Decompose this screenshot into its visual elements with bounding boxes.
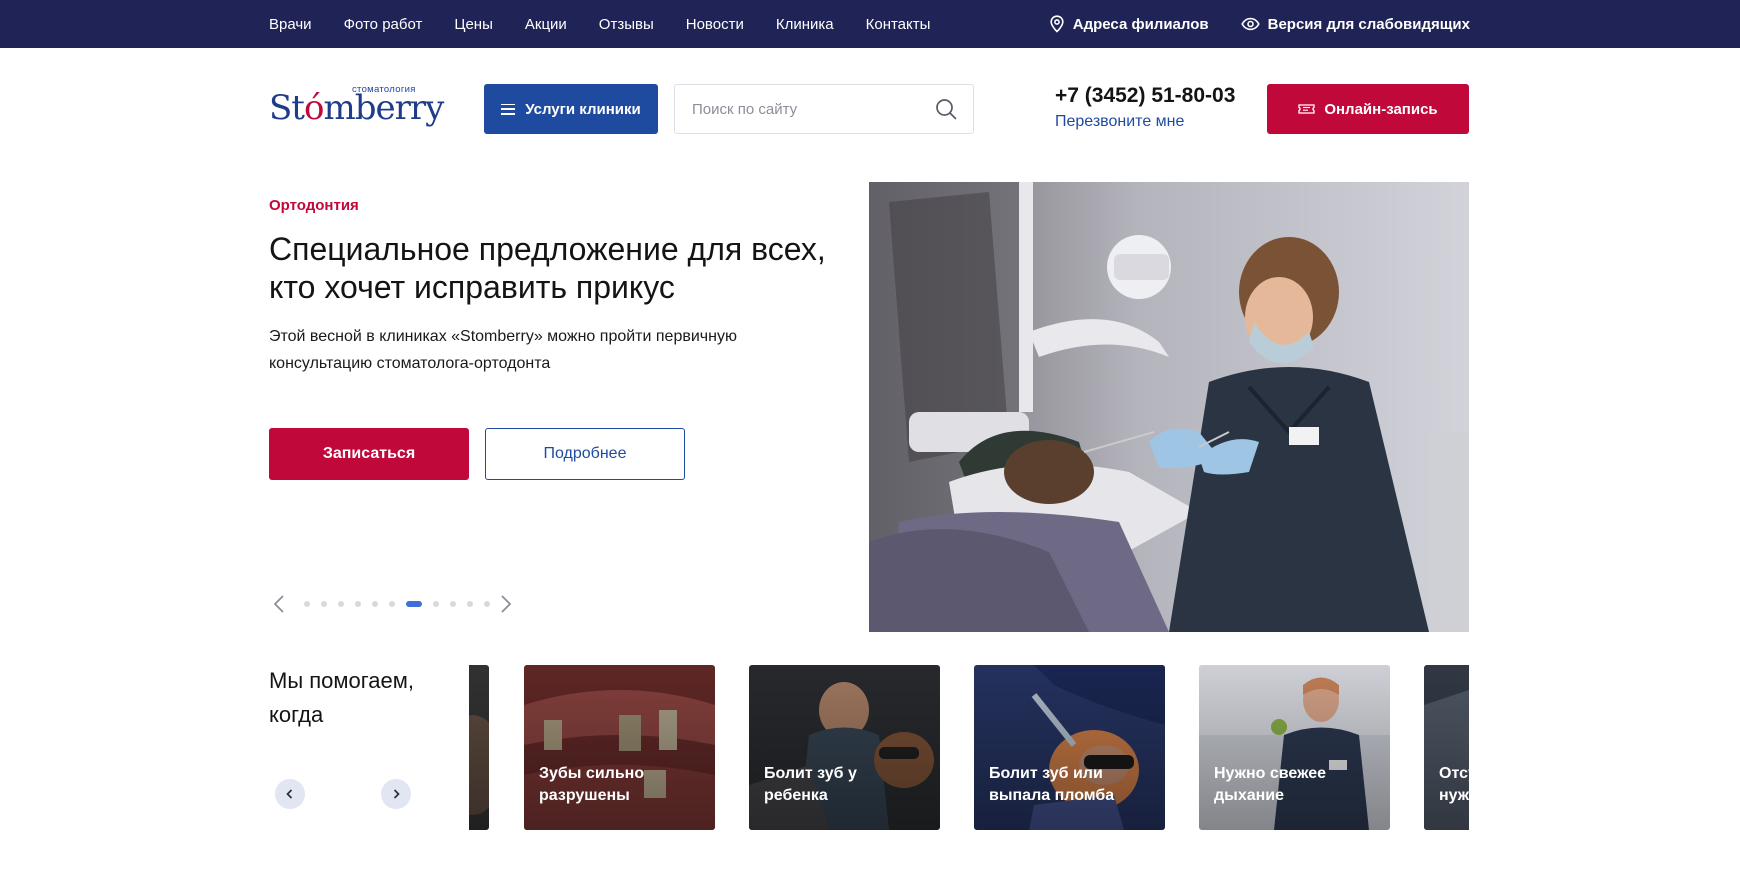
top-nav-news[interactable]: Новости bbox=[686, 16, 744, 33]
menu-icon bbox=[501, 103, 516, 115]
hero-title: Специальное предложение для всех, кто хо… bbox=[269, 231, 826, 305]
phone-number[interactable]: +7 (3452) 51-80-03 bbox=[1055, 84, 1235, 108]
accessibility-label: Версия для слабовидящих bbox=[1267, 15, 1470, 33]
top-nav-reviews[interactable]: Отзывы bbox=[599, 16, 654, 33]
cards-next-button[interactable] bbox=[381, 779, 411, 809]
logo-part-1: St bbox=[269, 88, 305, 128]
chevron-left-icon bbox=[286, 789, 293, 799]
help-card-label: Нужно свежее дыхание bbox=[1214, 765, 1327, 804]
online-booking-button[interactable]: Онлайн-запись bbox=[1267, 84, 1469, 134]
services-menu-button[interactable]: Услуги клиники bbox=[484, 84, 658, 134]
slider-dot[interactable] bbox=[304, 601, 310, 607]
slider-next-button[interactable] bbox=[496, 592, 516, 616]
dentist-photo bbox=[869, 182, 1469, 632]
chevron-right-icon bbox=[501, 595, 512, 613]
logo-accent: ó bbox=[303, 88, 325, 128]
top-nav-prices[interactable]: Цены bbox=[454, 16, 493, 33]
help-card-label: Отсутствуют зубы, нужна имплантация bbox=[1439, 765, 1469, 804]
help-card-label: Зубы сильно разрушены bbox=[539, 765, 645, 804]
cards-prev-button[interactable] bbox=[275, 779, 305, 809]
help-cards-carousel: Зубы сильно разрушены Болит зуб у ребенк… bbox=[469, 665, 1469, 830]
hero-category[interactable]: Ортодонтия bbox=[269, 197, 359, 214]
help-card-label: Болит зуб у ребенка bbox=[764, 765, 857, 804]
top-bar: Врачи Фото работ Цены Акции Отзывы Новос… bbox=[0, 0, 1740, 48]
help-card-label: Болит зуб или выпала пломба bbox=[989, 765, 1115, 804]
branches-link[interactable]: Адреса филиалов bbox=[1049, 15, 1209, 33]
help-card-filling-fell-out[interactable]: Болит зуб или выпала пломба bbox=[974, 665, 1165, 830]
slider-dot[interactable] bbox=[484, 601, 490, 607]
services-button-label: Услуги клиники bbox=[525, 100, 641, 118]
search-icon[interactable] bbox=[935, 98, 957, 120]
location-pin-icon bbox=[1050, 15, 1064, 33]
top-nav-photos[interactable]: Фото работ bbox=[344, 16, 423, 33]
slider-dot[interactable] bbox=[355, 601, 361, 607]
help-card-partial-left[interactable] bbox=[469, 665, 489, 830]
help-card-damaged-teeth[interactable]: Зубы сильно разрушены bbox=[524, 665, 715, 830]
help-section-title: Мы помогаем, когда bbox=[269, 668, 415, 727]
eye-icon bbox=[1240, 17, 1260, 31]
logo-part-2: mberry bbox=[323, 88, 444, 128]
help-card-fresh-breath[interactable]: Нужно свежее дыхание bbox=[1199, 665, 1390, 830]
slider-dots bbox=[304, 601, 490, 607]
more-info-button[interactable]: Подробнее bbox=[485, 428, 685, 480]
hero-slider-controls bbox=[269, 592, 519, 616]
slider-dot[interactable] bbox=[321, 601, 327, 607]
chevron-right-icon bbox=[393, 789, 400, 799]
callback-link[interactable]: Перезвоните мне bbox=[1055, 113, 1184, 131]
hero-image bbox=[869, 182, 1469, 632]
online-booking-label: Онлайн-запись bbox=[1324, 100, 1438, 118]
search-input[interactable] bbox=[692, 100, 922, 118]
slider-dot-active[interactable] bbox=[406, 601, 422, 607]
search-box bbox=[674, 84, 974, 134]
slider-dot[interactable] bbox=[389, 601, 395, 607]
top-nav: Врачи Фото работ Цены Акции Отзывы Новос… bbox=[269, 0, 962, 48]
accessibility-link[interactable]: Версия для слабовидящих bbox=[1240, 15, 1470, 33]
hero-description: Этой весной в клиниках «Stomberry» можно… bbox=[269, 328, 737, 372]
slider-prev-button[interactable] bbox=[269, 592, 289, 616]
slider-dot[interactable] bbox=[467, 601, 473, 607]
slider-dot[interactable] bbox=[433, 601, 439, 607]
help-card-child-toothache[interactable]: Болит зуб у ребенка bbox=[749, 665, 940, 830]
slider-dot[interactable] bbox=[450, 601, 456, 607]
top-nav-contacts[interactable]: Контакты bbox=[866, 16, 931, 33]
signup-button[interactable]: Записаться bbox=[269, 428, 469, 480]
help-card-implants-partial[interactable]: Отсутствуют зубы, нужна имплантация bbox=[1424, 665, 1469, 830]
branches-label: Адреса филиалов bbox=[1072, 15, 1209, 33]
slider-dot[interactable] bbox=[338, 601, 344, 607]
ticket-icon bbox=[1298, 104, 1315, 114]
top-nav-doctors[interactable]: Врачи bbox=[269, 16, 312, 33]
top-nav-clinic[interactable]: Клиника bbox=[776, 16, 834, 33]
logo-wordmark: Stómberry bbox=[269, 88, 444, 128]
top-nav-promotions[interactable]: Акции bbox=[525, 16, 567, 33]
top-right-links: Адреса филиалов Версия для слабовидящих bbox=[1049, 0, 1470, 48]
slider-dot[interactable] bbox=[372, 601, 378, 607]
chevron-left-icon bbox=[273, 595, 284, 613]
logo[interactable]: стоматология Stómberry bbox=[269, 80, 444, 130]
